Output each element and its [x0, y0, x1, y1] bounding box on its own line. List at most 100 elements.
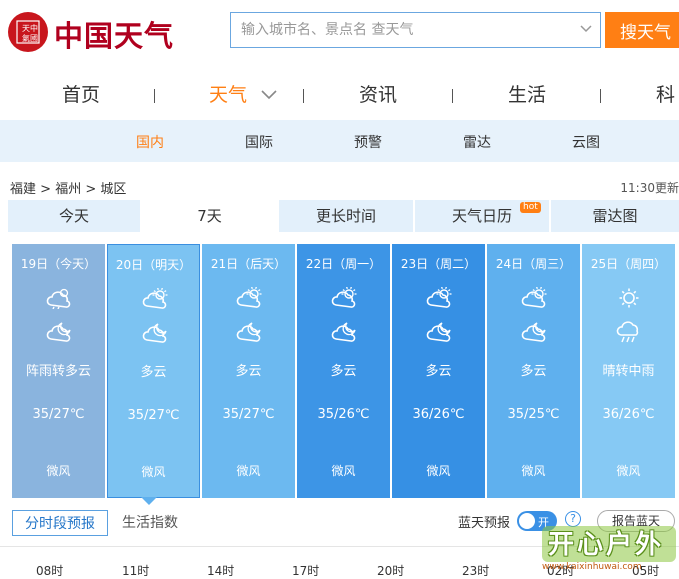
- forecast-wind: 微风: [616, 464, 641, 478]
- sun-icon: [619, 288, 639, 308]
- hot-badge: hot: [520, 202, 541, 213]
- cloudy-night-icon: [521, 322, 546, 342]
- forecast-wind: 微风: [521, 464, 546, 478]
- forecast-day[interactable]: 19日（今天） 阵雨转多云 35/27℃ 微风: [12, 244, 105, 498]
- svg-text:天: 天: [22, 24, 30, 33]
- selected-day-arrow: [141, 497, 157, 505]
- svg-text:氣: 氣: [22, 33, 30, 43]
- nav-item-life[interactable]: 生活: [508, 80, 546, 107]
- breadcrumb-separator: >: [85, 182, 97, 197]
- cloudy-night-icon: [236, 322, 261, 342]
- tab-hourly-forecast[interactable]: 分时段预报: [12, 510, 108, 536]
- tab-7-days[interactable]: 7天: [142, 200, 279, 232]
- tab-longer[interactable]: 更长时间: [279, 200, 415, 232]
- breadcrumb: 福建 > 福州 > 城区: [10, 178, 126, 197]
- search-button[interactable]: 搜天气: [605, 12, 679, 48]
- hour-label: 14时: [207, 564, 235, 578]
- forecast-day[interactable]: 25日（周四） 晴转中雨 36/26℃ 微风: [582, 244, 675, 498]
- hour-label: 11时: [122, 564, 150, 578]
- forecast-temperature: 35/27℃: [32, 407, 85, 422]
- breadcrumb-district: 城区: [100, 182, 127, 197]
- forecast-condition: 晴转中雨: [602, 364, 655, 379]
- nav-item-home[interactable]: 首页: [62, 80, 100, 107]
- rain-cloud-icon: [616, 321, 639, 343]
- forecast-temperature: 36/26℃: [602, 407, 655, 422]
- forecast-date: 23日（周二）: [400, 257, 477, 271]
- watermark-text: 开心户外: [548, 530, 665, 560]
- weather-page: 天 中 氣 國 中国天气 搜天气 首页 天气 资讯 生活 科 国内: [0, 0, 679, 579]
- nav-item-science[interactable]: 科: [656, 80, 675, 107]
- forecast-date: 19日（今天）: [20, 257, 97, 271]
- breadcrumb-separator: >: [40, 182, 52, 197]
- breadcrumb-province[interactable]: 福建: [10, 182, 36, 197]
- forecast-temperature: 36/26℃: [412, 407, 465, 422]
- subnav-item-radar[interactable]: 雷达: [463, 132, 491, 152]
- forecast-day[interactable]: 20日（明天） 多云 35/27℃ 微风: [107, 244, 200, 498]
- search-box: [230, 12, 601, 48]
- watermark-url: www.kaixinhuwai.com: [542, 562, 642, 572]
- tab-life-index[interactable]: 生活指数: [122, 510, 178, 536]
- cloudy-night-icon: [426, 322, 451, 342]
- sub-nav: 国内 国际 预警 雷达 云图: [0, 120, 679, 162]
- nav-item-news[interactable]: 资讯: [359, 80, 397, 107]
- forecast-temperature: 35/25℃: [507, 407, 560, 422]
- partly-cloudy-icon: [426, 287, 452, 308]
- partly-cloudy-icon: [331, 287, 357, 308]
- forecast-temperature: 35/27℃: [222, 407, 275, 422]
- forecast-wind: 微风: [426, 464, 451, 478]
- subnav-item-warning[interactable]: 预警: [354, 132, 382, 152]
- partly-cloudy-icon: [236, 287, 262, 308]
- forecast-condition: 多云: [140, 365, 167, 380]
- forecast-date: 21日（后天）: [210, 257, 287, 271]
- forecast-condition: 多云: [235, 364, 262, 379]
- nav-divider: [303, 89, 304, 103]
- subnav-item-international[interactable]: 国际: [245, 132, 273, 152]
- cloudy-night-icon: [46, 322, 71, 342]
- logo-seal-icon[interactable]: 天 中 氣 國: [8, 12, 48, 52]
- forecast-date: 22日（周一）: [305, 257, 382, 271]
- forecast-wind: 微风: [331, 464, 356, 478]
- forecast-day[interactable]: 22日（周一） 多云 35/26℃ 微风: [297, 244, 390, 498]
- update-time: 11:30更新: [620, 181, 679, 195]
- breadcrumb-city[interactable]: 福州: [55, 182, 81, 197]
- toggle-knob: [519, 513, 535, 529]
- chevron-down-icon[interactable]: [261, 90, 277, 100]
- hour-label: 08时: [36, 564, 64, 578]
- forecast-wind: 微风: [236, 464, 261, 478]
- forecast-wind: 微风: [46, 464, 71, 478]
- header: 天 中 氣 國 中国天气 搜天气: [0, 0, 679, 62]
- search-input[interactable]: [231, 13, 571, 47]
- forecast-condition: 多云: [330, 364, 357, 379]
- watermark-logo: 开心户外 www.kaixinhuwai.com: [542, 522, 679, 572]
- forecast-date: 25日（周四）: [590, 257, 667, 271]
- chevron-down-icon[interactable]: [580, 23, 592, 35]
- subnav-item-cloud-map[interactable]: 云图: [572, 132, 600, 152]
- forecast-day[interactable]: 21日（后天） 多云 35/27℃ 微风: [202, 244, 295, 498]
- nav-divider: [154, 89, 155, 103]
- forecast-wind: 微风: [141, 465, 166, 479]
- cloudy-night-icon: [331, 322, 356, 342]
- hour-label: 20时: [377, 564, 405, 578]
- shower-cloud-icon: [46, 288, 71, 309]
- forecast-tabs: 今天 7天 更长时间 天气日历 hot 雷达图: [8, 200, 679, 232]
- hour-label: 23时: [462, 564, 490, 578]
- svg-text:國: 國: [30, 34, 38, 43]
- forecast-day[interactable]: 23日（周二） 多云 36/26℃ 微风: [392, 244, 485, 498]
- hour-label: 17时: [292, 564, 320, 578]
- bluesky-forecast-label: 蓝天预报: [458, 516, 511, 531]
- forecast-day[interactable]: 24日（周三） 多云 35/25℃ 微风: [487, 244, 580, 498]
- tab-today[interactable]: 今天: [8, 200, 142, 232]
- logo-text[interactable]: 中国天气: [54, 13, 174, 55]
- forecast-condition: 阵雨转多云: [25, 364, 91, 379]
- partly-cloudy-icon: [142, 288, 168, 309]
- nav-divider: [452, 89, 453, 103]
- nav-divider: [600, 89, 601, 103]
- forecast-temperature: 35/27℃: [127, 408, 180, 423]
- svg-text:中: 中: [30, 23, 38, 33]
- nav-item-weather[interactable]: 天气: [209, 80, 247, 107]
- forecast-date: 24日（周三）: [495, 257, 572, 271]
- tab-radar-map[interactable]: 雷达图: [551, 200, 679, 232]
- forecast-condition: 多云: [520, 364, 547, 379]
- forecast-date: 20日（明天）: [115, 258, 192, 272]
- subnav-item-domestic[interactable]: 国内: [136, 132, 164, 152]
